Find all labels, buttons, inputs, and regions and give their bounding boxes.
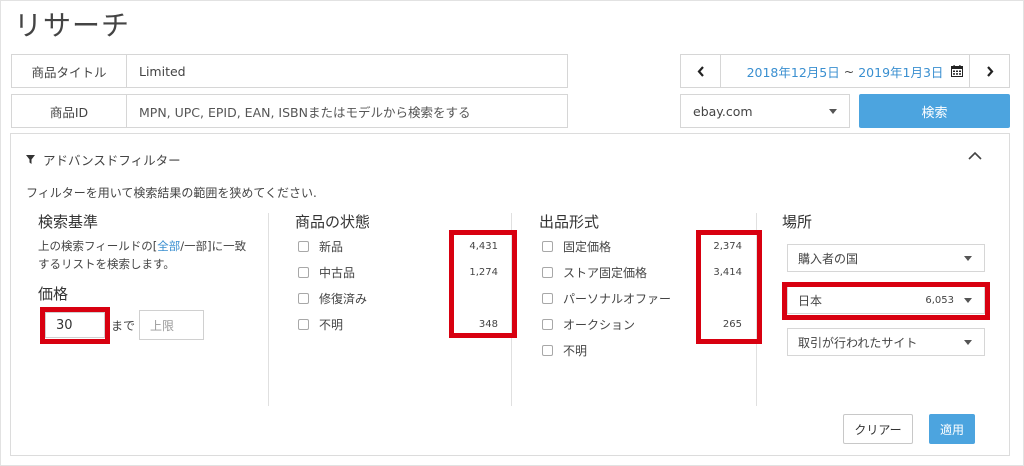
country-highlight bbox=[782, 282, 990, 320]
filter-icon bbox=[26, 155, 35, 164]
checkbox[interactable] bbox=[542, 241, 553, 252]
condition-counts-highlight bbox=[449, 230, 517, 338]
advanced-filter-description: フィルターを用いて検索結果の範囲を狭めてください. bbox=[26, 186, 317, 200]
checkbox[interactable] bbox=[542, 319, 553, 330]
condition-title: 商品の状態 bbox=[295, 213, 371, 231]
format-label: オークション bbox=[563, 318, 636, 332]
date-range-picker: 2018年12月5日 ~ 2019年1月3日 bbox=[680, 54, 1010, 88]
apply-button[interactable]: 適用 bbox=[929, 414, 975, 444]
date-range-display[interactable]: 2018年12月5日 ~ 2019年1月3日 bbox=[721, 62, 969, 81]
format-label: パーソナルオファー bbox=[563, 292, 672, 306]
date-separator: ~ bbox=[843, 63, 855, 79]
condition-option[interactable]: 中古品 bbox=[298, 264, 355, 281]
condition-label: 修復済み bbox=[319, 292, 368, 306]
column-divider bbox=[268, 213, 269, 406]
format-option[interactable]: ストア固定価格 bbox=[542, 264, 647, 281]
advanced-filter-title: アドバンスドフィルター bbox=[43, 153, 181, 168]
calendar-icon[interactable] bbox=[951, 65, 963, 77]
clear-button[interactable]: クリアー bbox=[843, 414, 913, 444]
checkbox[interactable] bbox=[542, 345, 553, 356]
format-option[interactable]: 固定価格 bbox=[542, 238, 611, 255]
chevron-left-icon bbox=[697, 65, 704, 77]
buyer-country-select[interactable]: 購入者の国 bbox=[787, 244, 985, 272]
id-label: 商品ID bbox=[11, 94, 127, 128]
id-input[interactable]: MPN, UPC, EPID, EAN, ISBNまたはモデルから検索をする bbox=[127, 94, 568, 128]
price-title: 価格 bbox=[38, 285, 69, 303]
site-select[interactable]: ebay.com bbox=[680, 94, 850, 128]
condition-label: 不明 bbox=[319, 318, 344, 332]
format-option[interactable]: オークション bbox=[542, 316, 635, 333]
condition-option[interactable]: 修復済み bbox=[298, 290, 367, 307]
criteria-title: 検索基準 bbox=[38, 213, 99, 231]
price-highlight bbox=[40, 307, 110, 344]
title-label: 商品タイトル bbox=[11, 54, 127, 88]
transaction-site-select[interactable]: 取引が行われたサイト bbox=[787, 328, 985, 356]
criteria-desc-post[interactable]: /一部]に一致 bbox=[180, 239, 246, 253]
match-all-link[interactable]: 全部 bbox=[157, 239, 180, 253]
caret-down-icon bbox=[829, 109, 837, 114]
transaction-site-label: 取引が行われたサイト bbox=[798, 335, 918, 350]
criteria-description: 上の検索フィールドの[全部/一部]に一致 するリストを検索します。 bbox=[38, 237, 246, 273]
checkbox[interactable] bbox=[298, 319, 309, 330]
format-label: ストア固定価格 bbox=[563, 266, 648, 280]
page-title: リサーチ bbox=[14, 9, 131, 42]
title-input[interactable]: Limited bbox=[127, 54, 568, 88]
checkbox[interactable] bbox=[298, 241, 309, 252]
checkbox[interactable] bbox=[542, 293, 553, 304]
prev-range-button[interactable] bbox=[681, 55, 721, 87]
caret-down-icon bbox=[964, 256, 972, 261]
format-label: 不明 bbox=[563, 344, 588, 358]
condition-label: 中古品 bbox=[319, 266, 356, 280]
condition-option[interactable]: 不明 bbox=[298, 316, 343, 333]
caret-down-icon bbox=[964, 340, 972, 345]
chevron-up-icon[interactable] bbox=[968, 151, 982, 161]
condition-label: 新品 bbox=[319, 240, 344, 254]
format-label: 固定価格 bbox=[563, 240, 612, 254]
format-counts-highlight bbox=[696, 230, 762, 344]
price-max-input[interactable]: 上限 bbox=[139, 310, 204, 340]
price-to-label: まで bbox=[111, 319, 136, 333]
chevron-right-icon bbox=[986, 65, 993, 77]
next-range-button[interactable] bbox=[969, 55, 1009, 87]
criteria-desc-line2: するリストを検索します。 bbox=[38, 257, 175, 271]
date-to[interactable]: 2019年1月3日 bbox=[858, 62, 943, 81]
advanced-filter-toggle[interactable]: アドバンスドフィルター bbox=[26, 150, 181, 169]
checkbox[interactable] bbox=[298, 267, 309, 278]
location-title: 場所 bbox=[782, 213, 813, 231]
checkbox[interactable] bbox=[298, 293, 309, 304]
checkbox[interactable] bbox=[542, 267, 553, 278]
date-from[interactable]: 2018年12月5日 bbox=[747, 62, 840, 81]
search-button[interactable]: 検索 bbox=[859, 94, 1010, 128]
format-option[interactable]: 不明 bbox=[542, 342, 587, 359]
format-option[interactable]: パーソナルオファー bbox=[542, 290, 671, 307]
buyer-country-label: 購入者の国 bbox=[798, 251, 859, 266]
format-title: 出品形式 bbox=[539, 213, 600, 231]
condition-option[interactable]: 新品 bbox=[298, 238, 343, 255]
site-select-value: ebay.com bbox=[693, 103, 753, 119]
criteria-desc-pre: 上の検索フィールドの[ bbox=[38, 239, 158, 253]
